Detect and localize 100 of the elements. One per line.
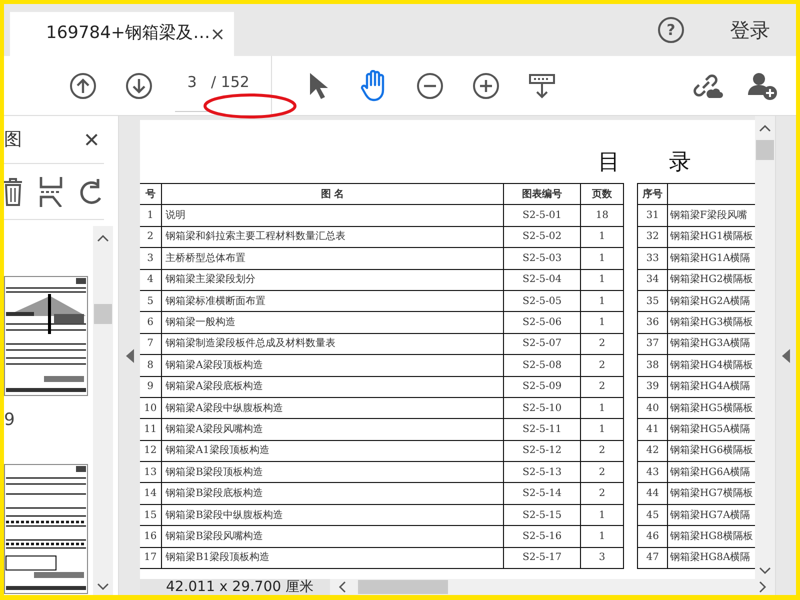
table-cell: 2 — [580, 440, 624, 462]
close-panel-button[interactable]: ✕ — [83, 124, 100, 154]
scrollbar-thumb[interactable] — [358, 580, 448, 594]
table-cell: 钢箱梁B梁段顶板构造 — [161, 462, 504, 483]
table-cell: 钢箱梁A梁段中纵腹板构造 — [161, 397, 504, 419]
table-cell: S2-5-07 — [504, 333, 580, 355]
document-title: 目 录 — [598, 149, 699, 177]
table-cell: 32 — [638, 226, 668, 248]
expand-panel-icon[interactable] — [782, 348, 790, 362]
table-cell: 钢箱梁B梁段风嘴构造 — [161, 526, 504, 548]
table-cell: S2-5-17 — [504, 547, 580, 569]
table-cell: S2-5-02 — [504, 226, 580, 248]
column-header: 图表编号 — [504, 184, 580, 205]
table-cell: 2 — [580, 333, 624, 355]
table-cell: S2-5-12 — [504, 440, 580, 462]
table-cell: 钢箱梁A梁段风嘴构造 — [161, 418, 504, 440]
scroll-right-icon[interactable] — [759, 581, 767, 593]
table-cell: 14 — [140, 482, 162, 504]
scroll-down-icon[interactable] — [759, 567, 771, 575]
table-cell: 6 — [140, 312, 162, 334]
extract-page-icon[interactable] — [38, 176, 64, 206]
table-cell: 主桥桥型总体布置 — [161, 248, 504, 270]
sign-in-link[interactable]: 登录 — [730, 15, 770, 45]
collapse-panel-icon[interactable] — [126, 348, 134, 362]
table-cell: 9 — [140, 376, 162, 398]
help-button[interactable]: ? — [658, 17, 684, 43]
scroll-up-icon[interactable] — [97, 234, 109, 242]
table-cell: 33 — [638, 248, 668, 270]
table-cell: 1 — [140, 204, 162, 226]
table-cell: 1 — [580, 269, 624, 290]
table-cell: 钢箱梁A梁段顶板构造 — [161, 354, 504, 376]
page-thumbnail[interactable] — [4, 464, 88, 594]
table-cell: 11 — [140, 418, 162, 440]
column-header: 图 名 — [161, 184, 504, 205]
table-cell: 2 — [580, 462, 624, 483]
table-cell: 1 — [580, 312, 624, 334]
table-cell: 钢箱梁制造梁段板件总成及材料数量表 — [161, 333, 504, 355]
table-cell: 31 — [638, 204, 668, 226]
table-cell: 1 — [580, 504, 624, 526]
table-cell: 4 — [140, 269, 162, 290]
page-number-field[interactable]: 3 — [175, 70, 209, 112]
scrollbar-thumb[interactable] — [756, 140, 774, 160]
scroll-down-icon[interactable] — [97, 583, 109, 591]
table-cell: 1 — [580, 248, 624, 270]
scrollbar[interactable] — [93, 226, 113, 595]
panel-title: 图 — [4, 128, 22, 152]
table-cell: 45 — [638, 504, 668, 526]
table-cell: S2-5-13 — [504, 462, 580, 483]
table-cell: 2 — [580, 354, 624, 376]
column-header: 序号 — [638, 184, 668, 205]
table-cell: 3 — [580, 547, 624, 569]
table-cell: 钢箱梁A梁段底板构造 — [161, 376, 504, 398]
table-cell: S2-5-16 — [504, 526, 580, 548]
scrollbar-thumb[interactable] — [94, 304, 112, 324]
table-cell: 钢箱梁标准横断面布置 — [161, 290, 504, 312]
scrollbar[interactable] — [755, 116, 775, 579]
table-cell: 37 — [638, 333, 668, 355]
table-cell: 16 — [140, 526, 162, 548]
table-cell: 34 — [638, 269, 668, 290]
table-cell: 7 — [140, 333, 162, 355]
table-cell: 13 — [140, 462, 162, 483]
table-cell: 5 — [140, 290, 162, 312]
rotate-icon[interactable] — [78, 176, 102, 206]
scroll-up-icon[interactable] — [759, 124, 771, 132]
table-cell: 44 — [638, 482, 668, 504]
table-cell: S2-5-11 — [504, 418, 580, 440]
table-cell: S2-5-05 — [504, 290, 580, 312]
table-cell: 钢箱梁和斜拉索主要工程材料数量汇总表 — [161, 226, 504, 248]
document-tab[interactable]: 169784+钢箱梁及…× — [10, 12, 234, 56]
table-cell: S2-5-08 — [504, 354, 580, 376]
column-header: 号 — [140, 184, 162, 205]
table-cell: 1 — [580, 226, 624, 248]
table-cell: 2 — [580, 376, 624, 398]
table-cell: 说明 — [161, 204, 504, 226]
delete-icon[interactable] — [4, 176, 24, 206]
table-cell: 钢箱梁一般构造 — [161, 312, 504, 334]
table-cell: 1 — [580, 526, 624, 548]
page-thumbnail-label: 9 — [4, 409, 16, 432]
page-thumbnail[interactable] — [4, 276, 88, 396]
scroll-left-icon[interactable] — [338, 581, 346, 593]
table-cell: 39 — [638, 376, 668, 398]
table-cell: 2 — [580, 482, 624, 504]
table-cell: 3 — [140, 248, 162, 270]
table-cell: S2-5-14 — [504, 482, 580, 504]
table-cell: 38 — [638, 354, 668, 376]
table-cell: S2-5-06 — [504, 312, 580, 334]
page-count: / 152 — [211, 72, 250, 94]
table-cell: 15 — [140, 504, 162, 526]
table-cell: S2-5-15 — [504, 504, 580, 526]
page-size-label: 42.011 x 29.700 厘米 — [140, 579, 330, 595]
close-tab-button[interactable]: × — [210, 20, 226, 48]
table-cell: S2-5-09 — [504, 376, 580, 398]
table-cell: 18 — [580, 204, 624, 226]
table-cell: 8 — [140, 354, 162, 376]
table-cell: 钢箱梁A1梁段顶板构造 — [161, 440, 504, 462]
tab-title: 169784+钢箱梁及… — [46, 22, 210, 46]
table-cell: 41 — [638, 418, 668, 440]
table-cell: 17 — [140, 547, 162, 569]
table-cell: 35 — [638, 290, 668, 312]
table-cell: S2-5-01 — [504, 204, 580, 226]
